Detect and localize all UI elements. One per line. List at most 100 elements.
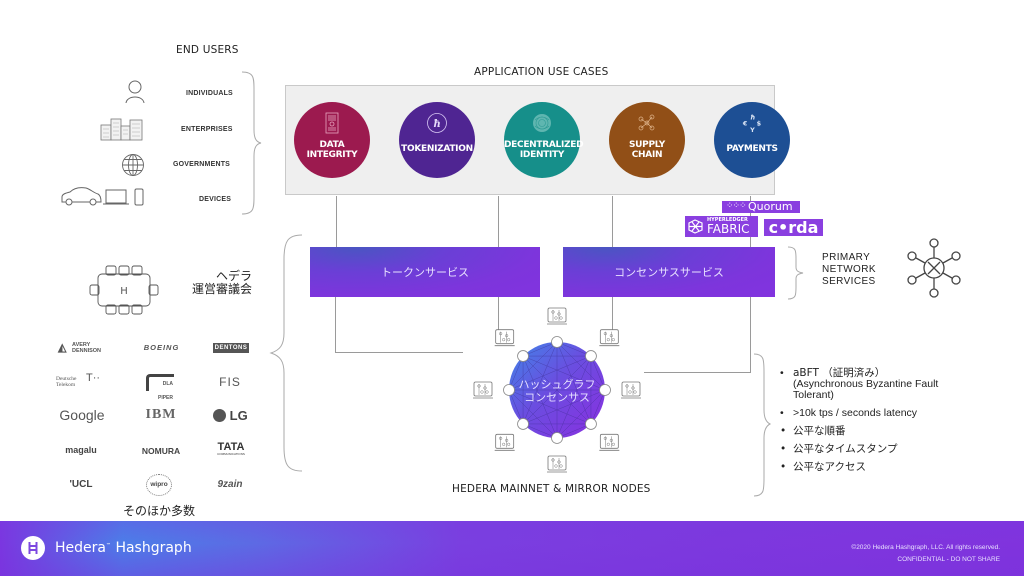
connector-line xyxy=(644,372,751,373)
network-caption: HEDERA MAINNET & MIRROR NODES xyxy=(452,483,651,495)
member-logo-ucl: 'UCL xyxy=(69,479,93,490)
footer-legal: ©2020 Hedera Hashgraph, LLC. All rights … xyxy=(851,542,1000,566)
mirror-node-server-icon xyxy=(494,329,515,347)
end-users-title: END USERS xyxy=(176,44,239,56)
label-line: NETWORK xyxy=(822,264,876,275)
corda-logo: c•rda xyxy=(764,219,823,236)
member-logo-wipro: wipro xyxy=(146,474,172,496)
property-item: aBFT （証明済み）(Asynchronous Byzantine Fault… xyxy=(778,368,978,401)
property-text: 公平なアクセス xyxy=(793,461,866,473)
hashgraph-network-diagram: ハッシュグラフ コンセンサス xyxy=(473,307,641,473)
enduser-enterprises: ENTERPRISES xyxy=(181,126,233,133)
usecase-label-line2: IDENTITY xyxy=(519,150,565,160)
consensus-service-box[interactable]: コンセンサスサービス xyxy=(563,247,775,297)
more-members-label: そのほか多数 xyxy=(123,504,196,518)
property-text: 公平なタイムスタンプ xyxy=(793,443,898,455)
mirror-node-server-icon xyxy=(621,381,641,399)
svg-text:€: € xyxy=(742,120,748,128)
connector-line xyxy=(750,297,751,372)
council-bracket xyxy=(269,234,303,472)
network-tools-icon xyxy=(907,238,961,298)
svg-text:ħ: ħ xyxy=(750,113,755,121)
connector-line xyxy=(335,352,463,353)
consensus-node xyxy=(517,418,529,430)
council-table-letter: H xyxy=(120,286,128,297)
connector-line xyxy=(336,196,337,247)
member-logo-avery-dennison: ◭ AVERY DENNISON xyxy=(58,342,102,354)
consensus-node xyxy=(517,350,529,362)
network-nodes-icon xyxy=(638,114,655,131)
hyperledger-icon xyxy=(688,219,703,234)
member-logo-ibm: IBM xyxy=(145,407,177,422)
footer-brand: Hedera™ Hashgraph xyxy=(55,540,192,556)
primary-network-services-label: PRIMARY NETWORK SERVICES xyxy=(822,252,876,288)
usecase-label-line1: DECENTRALIZED xyxy=(504,140,584,150)
member-logo-dla-piper: DLA PIPER xyxy=(146,374,174,401)
usecase-label-line1: TOKENIZATION xyxy=(401,144,473,154)
consensus-node xyxy=(551,336,563,348)
usecase-payments[interactable]: ħ € $ Y PAYMENTS xyxy=(714,102,790,178)
member-logo-tata: TATA COMMUNICATIONS xyxy=(217,441,245,456)
member-logo-boeing: BOEING xyxy=(143,343,180,352)
person-icon xyxy=(125,80,145,104)
end-users-bracket xyxy=(241,71,262,215)
member-logo-zain: 9zain xyxy=(217,479,243,490)
property-item: 公平なタイムスタンプ xyxy=(778,443,978,456)
consensus-node xyxy=(551,432,563,444)
member-logo-lg: LG xyxy=(213,408,249,423)
usecase-label-line1: PAYMENTS xyxy=(726,144,778,154)
member-logo-nomura: NOMURA xyxy=(141,446,181,456)
usecase-label-line2: CHAIN xyxy=(631,150,663,160)
buildings-icon xyxy=(100,118,143,141)
member-logo-fis: FIS xyxy=(219,375,241,389)
quorum-logo: ⁘⁘⁘ Quorum xyxy=(722,201,800,213)
brand-name: Hedera xyxy=(55,540,106,556)
consensus-properties-list: aBFT （証明済み）(Asynchronous Byzantine Fault… xyxy=(778,368,978,480)
consensus-service-label: コンセンサスサービス xyxy=(614,267,724,279)
property-item: 公平なアクセス xyxy=(778,461,978,474)
property-subtext: (Asynchronous Byzantine Fault Tolerant) xyxy=(793,378,939,401)
consensus-node xyxy=(585,350,597,362)
hyperledger-fabric-logo: HYPERLEDGER FABRIC xyxy=(685,216,758,237)
devices-icon xyxy=(61,187,144,206)
consensus-label-line1: ハッシュグラフ xyxy=(519,377,596,391)
consensus-node xyxy=(585,418,597,430)
currency-exchange-icon: ħ€ $Y xyxy=(742,113,762,134)
mirror-node-server-icon xyxy=(599,433,620,451)
label-line: SERVICES xyxy=(822,276,876,287)
globe-icon xyxy=(122,154,144,176)
connector-line xyxy=(335,297,336,352)
connector-line xyxy=(612,196,613,247)
brand-tm: ™ xyxy=(105,542,111,549)
confidential-text: CONFIDENTIAL - DO NOT SHARE xyxy=(897,556,1000,563)
consensus-node xyxy=(503,384,515,396)
usecase-supply-chain[interactable]: SUPPLY CHAIN xyxy=(609,102,685,178)
member-logo-dentons: DENTONS xyxy=(213,343,249,353)
hedera-logo-icon xyxy=(21,536,45,560)
footer-bar: Hedera™ Hashgraph ©2020 Hedera Hashgraph… xyxy=(0,521,1024,576)
primary-services-bracket xyxy=(787,246,804,300)
mirror-node-server-icon xyxy=(599,329,620,347)
usecase-decentralized-identity[interactable]: DECENTRALIZED IDENTITY xyxy=(504,102,584,178)
property-text: 公平な順番 xyxy=(793,425,846,437)
mirror-node-server-icon xyxy=(547,455,567,473)
council-table-icon: H xyxy=(89,265,159,315)
consensus-node xyxy=(599,384,611,396)
property-item: 公平な順番 xyxy=(778,425,978,438)
use-cases-title: APPLICATION USE CASES xyxy=(474,66,609,78)
svg-text:$: $ xyxy=(757,120,762,128)
member-logo-magalu: magalu xyxy=(65,445,97,455)
brand-name-2: Hashgraph xyxy=(115,540,192,556)
member-logo-google: Google xyxy=(59,407,105,423)
svg-text:ħ: ħ xyxy=(434,119,441,130)
enduser-individuals: INDIVIDUALS xyxy=(186,90,233,97)
council-title: ヘデラ 運営審議会 xyxy=(186,270,252,296)
usecase-tokenization[interactable]: ħ TOKENIZATION xyxy=(399,102,475,178)
properties-bracket xyxy=(753,353,772,497)
hyperledger-label-big: FABRIC xyxy=(707,222,750,236)
usecase-data-integrity[interactable]: DATA INTEGRITY xyxy=(294,102,370,178)
copyright-text: ©2020 Hedera Hashgraph, LLC. All rights … xyxy=(851,544,1000,551)
token-service-label: トークンサービス xyxy=(381,267,469,279)
quorum-label: Quorum xyxy=(748,200,793,213)
token-service-box[interactable]: トークンサービス xyxy=(310,247,540,297)
